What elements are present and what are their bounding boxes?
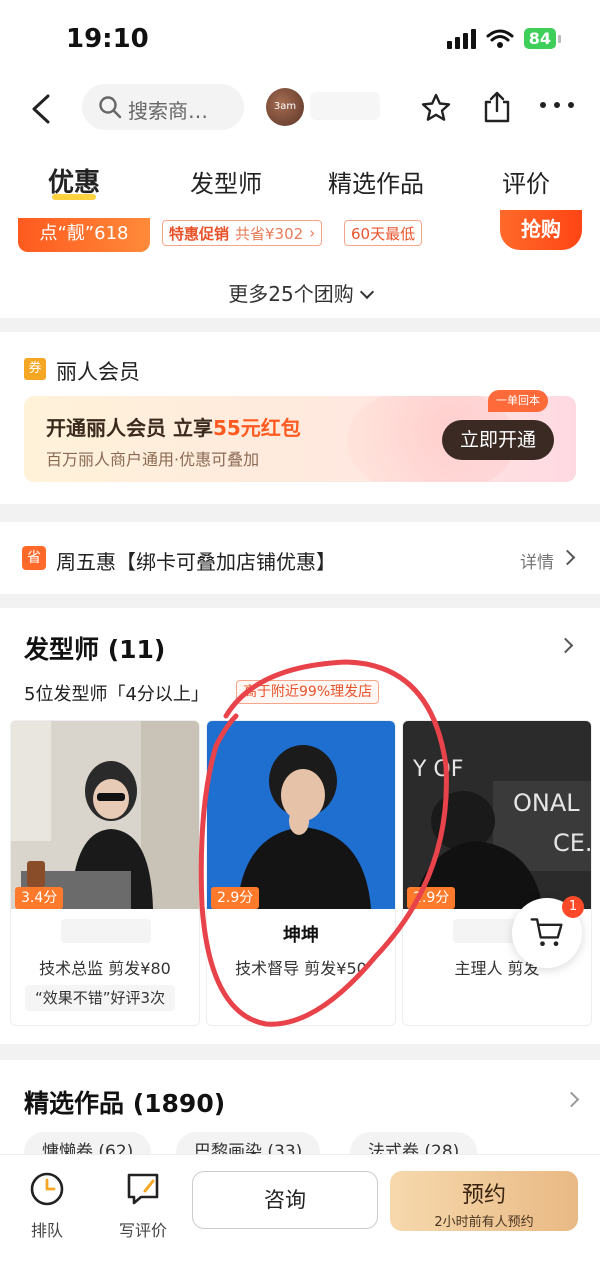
pays-back-badge: 一单回本 (488, 390, 548, 412)
shop-name-redacted (310, 92, 380, 120)
featured-works-section: 精选作品 (1890) 慵懒卷 (62) 巴黎画染 (33) 法式卷 (28) (0, 1060, 600, 1172)
svg-text:Y OF: Y OF (412, 757, 463, 782)
member-offer-prefix: 开通丽人会员 立享 (46, 416, 213, 440)
status-time: 19:10 (66, 24, 149, 54)
tab-stylists[interactable]: 发型师 (190, 164, 262, 199)
more-options-icon[interactable] (540, 102, 574, 112)
search-placeholder: 搜索商… (128, 99, 208, 123)
stylist-name: 坤坤 (283, 925, 319, 946)
signal-icon (446, 28, 476, 49)
tab-discounts[interactable]: 优惠 (48, 162, 100, 199)
savings-label: 共省¥302 (235, 224, 304, 243)
featured-works-title: 精选作品 (1890) (24, 1089, 226, 1118)
special-offer-label: 特惠促销 (169, 224, 230, 243)
stylist-card[interactable]: 3.4分 技术总监 剪发¥80 “效果不错”好评3次 (10, 720, 200, 1026)
cart-count-badge: 1 (562, 896, 584, 918)
svg-text:CE.: CE. (553, 829, 591, 857)
special-offer-tag: 特惠促销 共省¥302 › (162, 220, 323, 246)
stylist-score: 2.9分 (211, 887, 260, 909)
deal-strip: 点“靓”618 特惠促销 共省¥302 › 60天最低 抢购 更多25个团购 (0, 208, 600, 318)
coupon-icon: 券 (24, 358, 46, 380)
bottom-action-bar: 排队 写评价 咨询 预约 2小时前有人预约 (0, 1154, 600, 1276)
member-section-title: 丽人会员 (56, 360, 140, 384)
more-deals-label: 更多25个团购 (228, 282, 354, 306)
stylist-name-redacted (61, 919, 151, 943)
page: 19:10 84 搜索商… 3am 优惠 发型师 精选作品 评价 点“靓”618… (0, 0, 600, 1276)
write-review-icon (127, 1173, 159, 1205)
clock-icon (30, 1172, 64, 1206)
more-deals-link[interactable]: 更多25个团购 (0, 278, 600, 307)
write-review-button[interactable]: 写评价 (108, 1171, 178, 1241)
section-tabs: 优惠 发型师 精选作品 评价 (0, 140, 600, 208)
status-icons: 84 (446, 28, 562, 49)
favorite-star-icon[interactable] (420, 92, 452, 124)
cart-icon (530, 918, 563, 947)
consult-button[interactable]: 咨询 (192, 1171, 378, 1229)
write-review-label: 写评价 (118, 1221, 167, 1240)
chevron-right-icon (559, 549, 576, 566)
stylists-subtitle: 5位发型师「4分以上」 (24, 684, 209, 705)
search-box[interactable]: 搜索商… (82, 84, 244, 130)
stylists-more-chevron-icon[interactable] (557, 637, 574, 654)
nav-bar: 搜索商… 3am (0, 80, 600, 140)
shop-avatar[interactable]: 3am (266, 88, 304, 126)
svg-text:ONAL: ONAL (513, 789, 580, 817)
join-member-button[interactable]: 立即开通 (442, 420, 554, 460)
friday-deal-row[interactable]: 省 周五惠【绑卡可叠加店铺优惠】 详情 (0, 522, 600, 594)
back-arrow-icon[interactable] (28, 94, 54, 124)
stylist-card[interactable]: 2.9分 坤坤 技术督导 剪发¥50 (206, 720, 396, 1026)
search-icon (99, 96, 122, 119)
stylist-photo (11, 721, 199, 909)
stylist-photo (207, 721, 395, 909)
stylist-card[interactable]: ONAL CE. Y OF 2.9分 主理人 剪发 (402, 720, 592, 1026)
stylist-role-price: 技术督导 剪发¥50 (235, 959, 367, 978)
book-label: 预约 (461, 1183, 506, 1208)
stylist-score: 2.9分 (407, 887, 456, 909)
save-icon: 省 (22, 546, 46, 570)
battery-icon: 84 (523, 28, 562, 49)
status-bar: 19:10 84 (0, 0, 600, 80)
chevron-right-icon: › (309, 224, 316, 242)
share-icon[interactable] (482, 90, 512, 124)
queue-label: 排队 (30, 1221, 63, 1240)
stylists-title: 发型师 (11) (24, 635, 166, 664)
book-button[interactable]: 预约 2小时前有人预约 (390, 1171, 578, 1231)
lowest-price-tag: 60天最低 (344, 220, 423, 246)
stylist-role-price: 技术总监 剪发¥80 (39, 959, 171, 978)
chevron-down-icon (359, 284, 374, 300)
stylist-score: 3.4分 (15, 887, 64, 909)
member-offer-subtext: 百万丽人商户通用·优惠可叠加 (46, 450, 260, 469)
member-section: 券 丽人会员 开通丽人会员 立享55元红包 百万丽人商户通用·优惠可叠加 立即开… (0, 332, 600, 504)
book-subtext: 2小时前有人预约 (434, 1215, 534, 1230)
member-offer-headline: 开通丽人会员 立享55元红包 (46, 412, 301, 441)
stylist-photo: ONAL CE. Y OF (403, 721, 591, 909)
friday-detail-link[interactable]: 详情 (520, 548, 554, 573)
featured-works-more-icon[interactable] (563, 1091, 580, 1108)
promo-618-badge: 点“靓”618 (18, 218, 150, 252)
queue-button[interactable]: 排队 (12, 1171, 82, 1241)
stylists-section: 发型师 (11) 5位发型师「4分以上」 高于附近99%理发店 3.4分 技术总… (0, 608, 600, 1044)
wifi-icon (486, 29, 514, 48)
member-offer-amount: 55元红包 (212, 416, 301, 440)
friday-deal-text: 周五惠【绑卡可叠加店铺优惠】 (56, 550, 336, 574)
buy-now-button[interactable]: 抢购 (500, 210, 582, 250)
cart-button[interactable]: 1 (512, 896, 584, 968)
stylists-rank-tag: 高于附近99%理发店 (236, 680, 380, 704)
tab-reviews[interactable]: 评价 (502, 164, 550, 199)
tab-featured-works[interactable]: 精选作品 (328, 164, 424, 199)
stylist-review-tag: “效果不错”好评3次 (25, 985, 176, 1011)
